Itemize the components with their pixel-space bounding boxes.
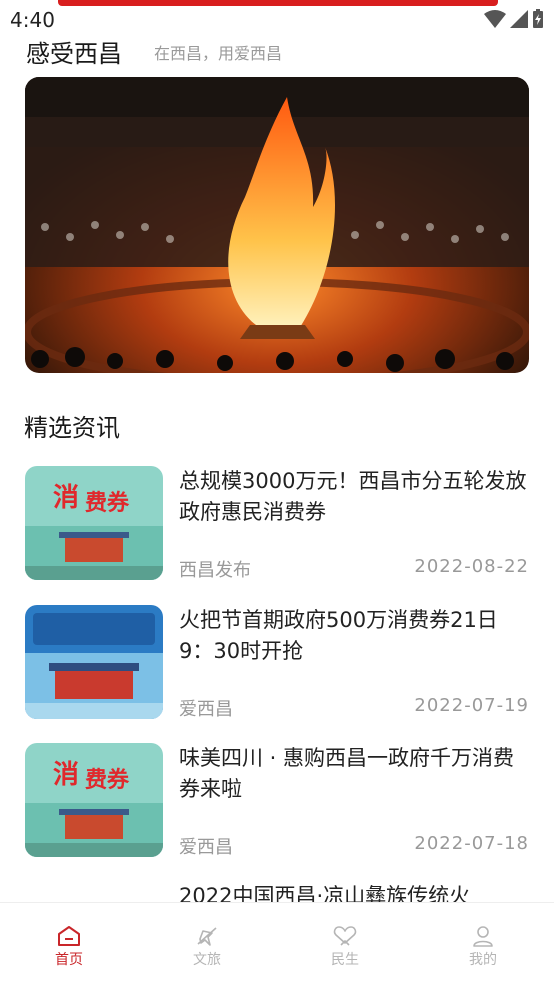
battery-icon [533,9,543,28]
tab-home[interactable]: 首页 [0,903,138,986]
news-title: 火把节首期政府500万消费券21日9：30时开抢 [179,608,498,663]
tab-label: 我的 [469,952,497,968]
tab-label: 民生 [331,952,359,968]
banner-image[interactable] [25,77,529,373]
news-item[interactable]: 火把节首期政府500万消费券21日9：30时开抢 爱西昌 2022-07-19 [0,605,554,725]
tab-mine[interactable]: 我的 [414,903,552,986]
tab-culture-travel[interactable]: 文旅 [138,903,276,986]
heart-hands-icon [333,926,357,946]
news-thumbnail [25,605,163,719]
svg-text:消: 消 [53,483,79,513]
news-date: 2022-07-19 [414,695,529,716]
bottom-tab-bar: 首页 文旅 民生 我的 [0,902,554,986]
news-thumbnail: 消 费券 [25,743,163,857]
user-icon [473,926,493,947]
signal-icon [510,10,528,28]
tab-label: 首页 [55,952,83,968]
home-icon [58,926,80,946]
section-title: 感受西昌 [26,40,122,68]
tab-livelihood[interactable]: 民生 [276,903,414,986]
svg-text:费券: 费券 [85,767,130,793]
news-source: 爱西昌 [179,699,233,720]
news-item[interactable]: 消 费券 味美四川 · 惠购西昌一政府千万消费券来啦 爱西昌 2022-07-1… [0,743,554,863]
svg-text:消: 消 [53,760,79,790]
news-title: 总规模3000万元！西昌市分五轮发放政府惠民消费券 [179,469,527,524]
news-section-title: 精选资讯 [24,414,120,442]
svg-text:费券: 费券 [85,490,130,516]
news-date: 2022-08-22 [414,556,529,577]
news-thumbnail: 消 费券 [25,466,163,580]
status-bar: 4:40 [0,0,554,38]
plane-icon [197,927,217,946]
news-item[interactable]: 消 费券 总规模3000万元！西昌市分五轮发放政府惠民消费券 西昌发布 2022… [0,466,554,586]
wifi-icon [484,10,506,28]
news-source: 爱西昌 [179,837,233,858]
tab-label: 文旅 [193,952,221,968]
news-title: 味美四川 · 惠购西昌一政府千万消费券来啦 [179,746,515,801]
status-time: 4:40 [10,8,55,32]
feel-xichang-header: 感受西昌 在西昌，用爱西昌 [26,34,546,68]
news-source: 西昌发布 [179,560,251,581]
bonfire-festival-image [25,77,529,373]
news-date: 2022-07-18 [414,833,529,854]
section-subtitle: 在西昌，用爱西昌 [154,44,283,63]
